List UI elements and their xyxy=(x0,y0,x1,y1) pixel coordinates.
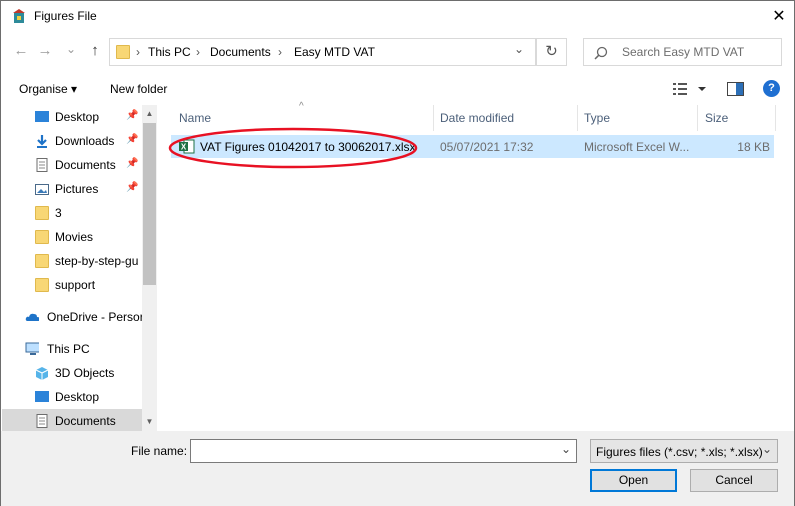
search-icon xyxy=(594,46,608,60)
breadcrumb-this-pc[interactable]: This PC xyxy=(148,45,191,59)
sidebar-item-desktop-pc[interactable]: Desktop xyxy=(2,385,142,409)
file-name-field[interactable]: ⌄ xyxy=(190,439,577,463)
file-size: 18 KB xyxy=(737,140,770,154)
close-button[interactable]: ✕ xyxy=(765,4,793,29)
help-button[interactable]: ? xyxy=(763,80,780,97)
new-folder-button[interactable]: New folder xyxy=(110,82,167,96)
pin-icon: 📌 xyxy=(126,134,139,145)
window-title: Figures File xyxy=(34,9,97,23)
forward-button[interactable]: → xyxy=(35,41,55,61)
recent-locations-button[interactable]: ⌄ xyxy=(61,39,81,59)
column-header-date[interactable]: Date modified xyxy=(440,111,514,125)
file-type-filter-value: Figures files (*.csv; *.xls; *.xlsx) xyxy=(596,445,763,459)
pictures-icon xyxy=(35,184,49,195)
folder-icon xyxy=(35,230,49,244)
downloads-icon xyxy=(37,135,47,148)
scrollbar-thumb[interactable] xyxy=(143,123,156,285)
column-divider[interactable] xyxy=(577,105,578,131)
folder-icon xyxy=(116,45,130,59)
sidebar-item-onedrive[interactable]: OneDrive - Persor xyxy=(2,305,142,329)
sidebar-item-documents-pc[interactable]: Documents xyxy=(2,409,142,431)
pin-icon: 📌 xyxy=(126,182,139,193)
scroll-up-arrow[interactable]: ▲ xyxy=(143,109,156,118)
organise-button[interactable]: Organise ▾ xyxy=(19,82,77,96)
pin-icon: 📌 xyxy=(126,158,139,169)
thispc-icon xyxy=(25,342,39,355)
address-dropdown-icon[interactable]: ⌄ xyxy=(514,42,524,56)
documents-icon xyxy=(36,158,48,172)
sidebar-item-documents[interactable]: Documents 📌 xyxy=(2,153,142,177)
scroll-down-arrow[interactable]: ▼ xyxy=(143,417,156,426)
column-header-name[interactable]: Name xyxy=(179,111,211,125)
sidebar-item-step-by-step[interactable]: step-by-step-gu xyxy=(2,249,142,273)
sidebar-item-3[interactable]: 3 xyxy=(2,201,142,225)
folder-icon xyxy=(35,254,49,268)
sort-indicator-icon: ^ xyxy=(299,101,304,112)
sidebar-item-desktop[interactable]: Desktop 📌 xyxy=(2,105,142,129)
breadcrumb-separator: › xyxy=(196,45,200,59)
file-name-label: File name: xyxy=(131,444,188,458)
column-header-type[interactable]: Type xyxy=(584,111,610,125)
filter-dropdown-icon: ⌄ xyxy=(762,442,773,456)
title-bar: Figures File ✕ xyxy=(1,1,794,32)
column-divider[interactable] xyxy=(433,105,434,131)
folder-icon xyxy=(35,278,49,292)
highlight-ellipse xyxy=(168,127,418,169)
cancel-button[interactable]: Cancel xyxy=(690,469,778,492)
3d-objects-icon xyxy=(35,367,49,380)
back-button[interactable]: ← xyxy=(11,41,31,61)
desktop-icon xyxy=(35,391,49,402)
sidebar-item-support[interactable]: support xyxy=(2,273,142,297)
pin-icon: 📌 xyxy=(126,110,139,121)
search-box[interactable]: Search Easy MTD VAT xyxy=(583,38,782,66)
breadcrumb-separator: › xyxy=(136,45,140,59)
file-name-dropdown-icon[interactable]: ⌄ xyxy=(561,442,571,456)
file-type-filter[interactable]: Figures files (*.csv; *.xls; *.xlsx) ⌄ xyxy=(590,439,778,463)
sidebar-item-this-pc[interactable]: This PC xyxy=(2,337,142,361)
documents-icon xyxy=(36,414,48,428)
breadcrumb-documents[interactable]: Documents xyxy=(210,45,271,59)
folder-icon xyxy=(35,206,49,220)
breadcrumb-separator: › xyxy=(278,45,282,59)
open-button[interactable]: Open xyxy=(590,469,677,492)
preview-pane-icon[interactable] xyxy=(727,82,744,96)
dialog-footer: File name: ⌄ Figures files (*.csv; *.xls… xyxy=(1,431,794,506)
refresh-button[interactable]: ↻ xyxy=(536,38,567,66)
column-divider[interactable] xyxy=(775,105,776,131)
column-divider[interactable] xyxy=(697,105,698,131)
sidebar-item-movies[interactable]: Movies xyxy=(2,225,142,249)
up-button[interactable]: ↑ xyxy=(85,41,105,61)
search-placeholder: Search Easy MTD VAT xyxy=(622,45,745,59)
sidebar-item-3d-objects[interactable]: 3D Objects xyxy=(2,361,142,385)
sidebar-item-downloads[interactable]: Downloads 📌 xyxy=(2,129,142,153)
file-dialog: Figures File ✕ ← → ⌄ ↑ › This PC › Docum… xyxy=(0,0,795,506)
file-type: Microsoft Excel W... xyxy=(584,140,690,154)
column-header-size[interactable]: Size xyxy=(705,111,728,125)
address-bar[interactable]: › This PC › Documents › Easy MTD VAT ⌄ xyxy=(109,38,536,66)
navigation-pane: Desktop 📌 Downloads 📌 Documents 📌 Pictur… xyxy=(2,105,157,431)
file-date-modified: 05/07/2021 17:32 xyxy=(440,140,534,154)
onedrive-icon xyxy=(25,313,39,321)
app-icon xyxy=(13,9,25,23)
desktop-icon xyxy=(35,111,49,122)
sidebar-scrollbar[interactable]: ▲ ▼ xyxy=(142,105,157,431)
view-options-icon[interactable] xyxy=(673,82,707,96)
command-bar: Organise ▾ New folder ? xyxy=(1,73,794,105)
sidebar-item-pictures[interactable]: Pictures 📌 xyxy=(2,177,142,201)
breadcrumb-easy-mtd-vat[interactable]: Easy MTD VAT xyxy=(294,45,375,59)
